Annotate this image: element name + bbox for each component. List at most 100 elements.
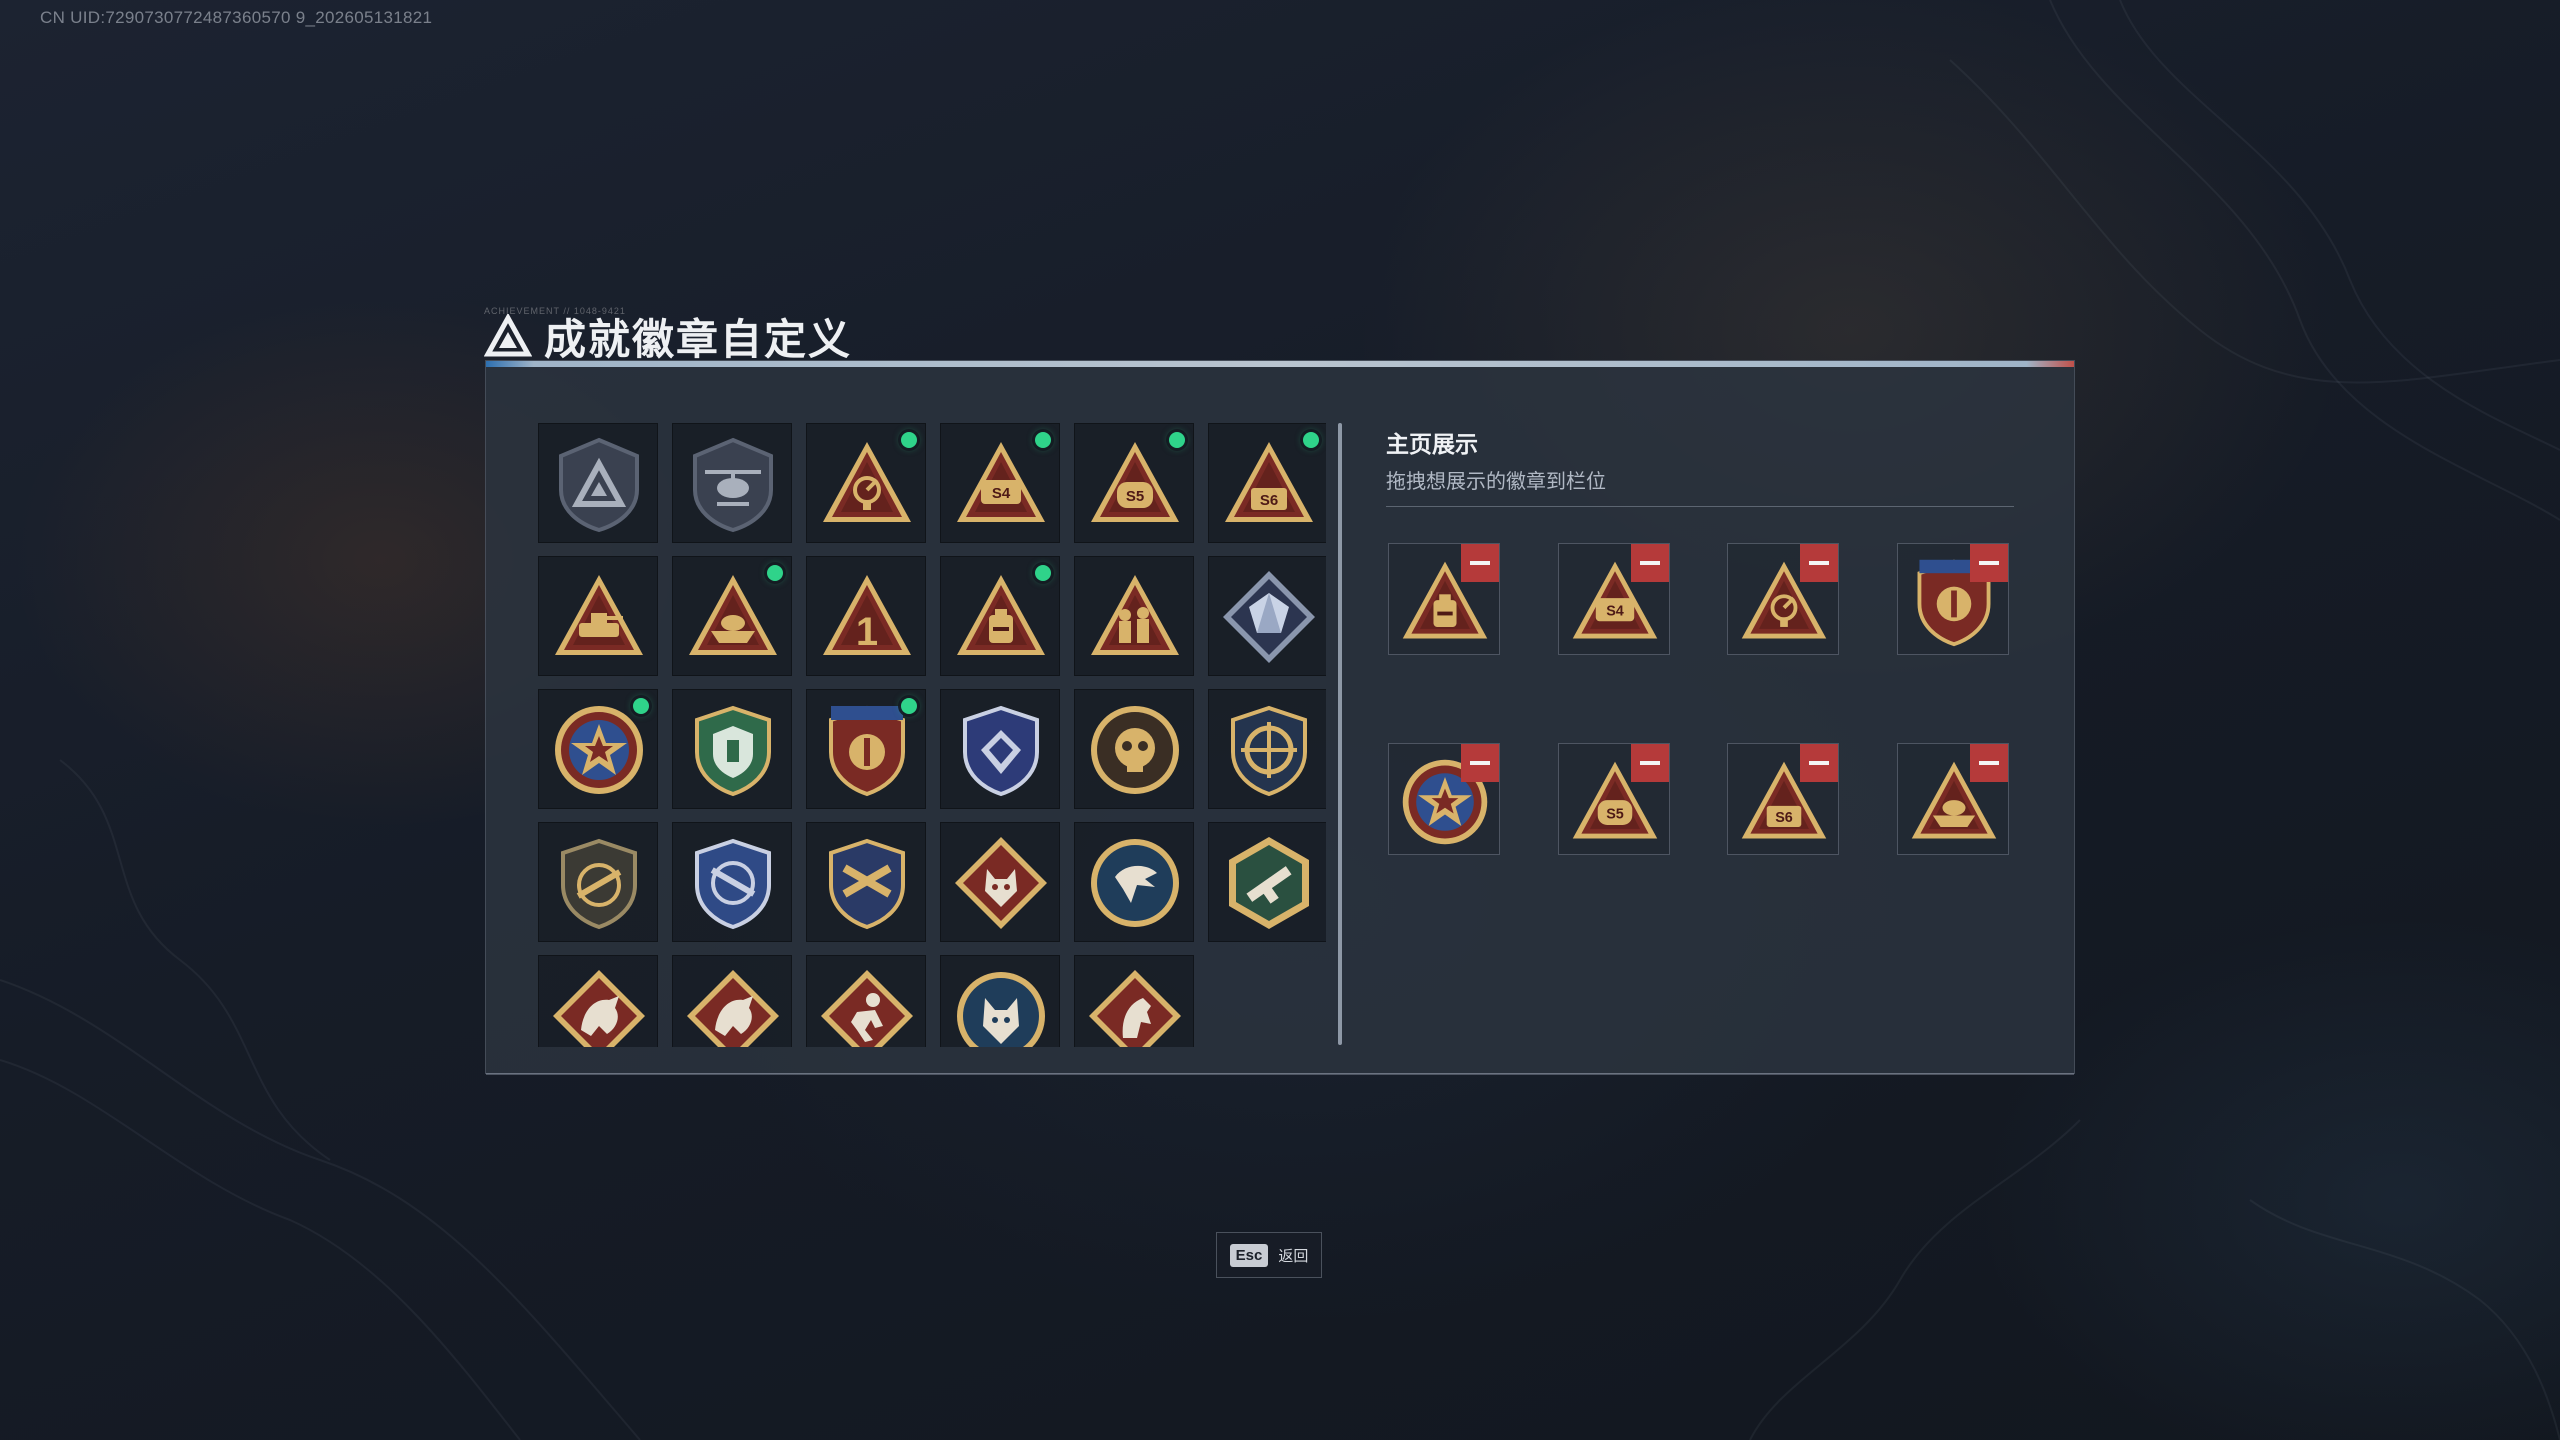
remove-badge-button[interactable]: [1630, 744, 1669, 782]
showcase-divider: [1386, 506, 2014, 507]
wolf-round-icon: [957, 972, 1045, 1047]
badge-cell[interactable]: [940, 689, 1060, 809]
showcase-slot[interactable]: S6: [1727, 743, 1839, 855]
badge-cell[interactable]: [538, 423, 658, 543]
gold-rifle-shield-icon: [829, 838, 905, 930]
showcase-slot[interactable]: [1896, 743, 2009, 855]
showcase-slot[interactable]: S4: [1557, 543, 1670, 655]
number-one-triangle-icon: 1: [823, 575, 911, 655]
back-label: 返回: [1278, 1247, 1309, 1265]
svg-text:S6: S6: [1260, 492, 1278, 509]
badge-cell[interactable]: [538, 689, 658, 809]
new-indicator-dot: [1303, 432, 1319, 448]
showcase-subtitle: 拖拽想展示的徽章到栏位: [1386, 471, 1606, 493]
boat-triangle-icon: [689, 575, 777, 655]
svg-text:S4: S4: [992, 485, 1011, 502]
badge-cell[interactable]: [1074, 689, 1194, 809]
horse-diamond-icon: [1089, 970, 1181, 1047]
showcase-slot[interactable]: [1896, 543, 2009, 655]
badge-cell[interactable]: S6: [1208, 423, 1326, 543]
new-indicator-dot: [1035, 565, 1051, 581]
showcase-title: 主页展示: [1386, 431, 1478, 457]
gun-hexagon-icon: [1229, 837, 1309, 929]
crest-shield-icon: [829, 705, 905, 797]
runner-diamond-icon: [821, 970, 913, 1047]
badge-cell[interactable]: [672, 689, 792, 809]
dragon-diamond-icon: [687, 970, 779, 1047]
new-indicator-dot: [633, 698, 649, 714]
badge-cell[interactable]: [940, 955, 1060, 1047]
title-decoration: ACHIEVEMENT // 1048-9421: [484, 306, 626, 316]
showcase-slot[interactable]: [1388, 743, 1500, 855]
blue-rifle-shield-icon: [695, 838, 771, 930]
badge-cell[interactable]: [672, 556, 792, 676]
helicopter-shield-icon: [693, 437, 773, 533]
showcase-slot[interactable]: [1727, 543, 1839, 655]
svg-text:S5: S5: [1126, 488, 1144, 505]
badge-grid[interactable]: S4 S5 S6 1: [538, 423, 1326, 1047]
s4-triangle-icon: S4: [957, 442, 1045, 522]
badge-cell[interactable]: [806, 822, 926, 942]
remove-badge-button[interactable]: [1800, 744, 1838, 782]
rifle-shield-icon: [561, 838, 637, 930]
badge-cell[interactable]: [672, 955, 792, 1047]
grid-scrollbar[interactable]: [1338, 423, 1342, 1045]
svg-text:S4: S4: [1606, 603, 1624, 619]
badge-cell[interactable]: [940, 556, 1060, 676]
badge-cell[interactable]: [1208, 556, 1326, 676]
badge-cell[interactable]: [538, 556, 658, 676]
badge-customize-panel: S4 S5 S6 1 主页展示 拖拽想展示的徽章到栏位 S4 S5 S6: [485, 360, 2075, 1075]
star-medal-icon: [555, 706, 643, 794]
new-indicator-dot: [901, 432, 917, 448]
badge-cell[interactable]: [806, 955, 926, 1047]
wolf-diamond-icon: [955, 837, 1047, 929]
svg-text:1: 1: [856, 610, 878, 654]
showcase-slot[interactable]: [1388, 543, 1500, 655]
radar-triangle-icon: [823, 442, 911, 522]
badge-cell[interactable]: [672, 423, 792, 543]
badge-cell[interactable]: [1074, 822, 1194, 942]
badge-cell[interactable]: [1074, 955, 1194, 1047]
blue-diamond-shield-icon: [963, 705, 1039, 797]
s5-triangle-icon: S5: [1091, 442, 1179, 522]
badge-cell[interactable]: S5: [1074, 423, 1194, 543]
crystal-diamond-icon: [1223, 571, 1315, 663]
uid-label: CN UID:7290730772487360570 9_20260513182…: [40, 8, 433, 27]
badge-cell[interactable]: [806, 689, 926, 809]
badge-cell[interactable]: [940, 822, 1060, 942]
badge-cell[interactable]: [538, 822, 658, 942]
showcase-slot[interactable]: S5: [1557, 743, 1670, 855]
badge-cell[interactable]: 1: [806, 556, 926, 676]
eagle-round-icon: [1091, 839, 1179, 927]
badge-cell[interactable]: [1208, 822, 1326, 942]
panel-top-bar: [486, 361, 2074, 367]
new-indicator-dot: [767, 565, 783, 581]
badge-cell[interactable]: [806, 423, 926, 543]
badge-cell[interactable]: [1074, 556, 1194, 676]
badge-cell[interactable]: [672, 822, 792, 942]
green-shield-icon: [695, 705, 771, 797]
page-header: ACHIEVEMENT // 1048-9421 成就徽章自定义: [484, 306, 852, 366]
s6-triangle-icon: S6: [1225, 442, 1313, 522]
remove-badge-button[interactable]: [1800, 544, 1838, 582]
soldiers-triangle-icon: [1091, 575, 1179, 655]
remove-badge-button[interactable]: [1630, 544, 1669, 582]
remove-badge-button[interactable]: [1969, 544, 2008, 582]
dragon-diamond-icon: [553, 970, 645, 1047]
remove-badge-button[interactable]: [1461, 744, 1499, 782]
back-button[interactable]: Esc 返回: [1216, 1232, 1322, 1278]
badge-cell[interactable]: S4: [940, 423, 1060, 543]
new-indicator-dot: [901, 698, 917, 714]
badge-cell[interactable]: [538, 955, 658, 1047]
new-indicator-dot: [1035, 432, 1051, 448]
tank-triangle-icon: [555, 575, 643, 655]
panel-bottom-line: [486, 1073, 2074, 1075]
homepage-showcase: 主页展示 拖拽想展示的徽章到栏位: [1386, 423, 2026, 507]
remove-badge-button[interactable]: [1969, 744, 2008, 782]
remove-badge-button[interactable]: [1461, 544, 1499, 582]
crosshair-wreath-icon: [1231, 705, 1307, 797]
svg-text:S5: S5: [1606, 806, 1624, 822]
delta-logo-icon: [484, 314, 532, 357]
tri-shield-icon: [559, 437, 639, 533]
badge-cell[interactable]: [1208, 689, 1326, 809]
